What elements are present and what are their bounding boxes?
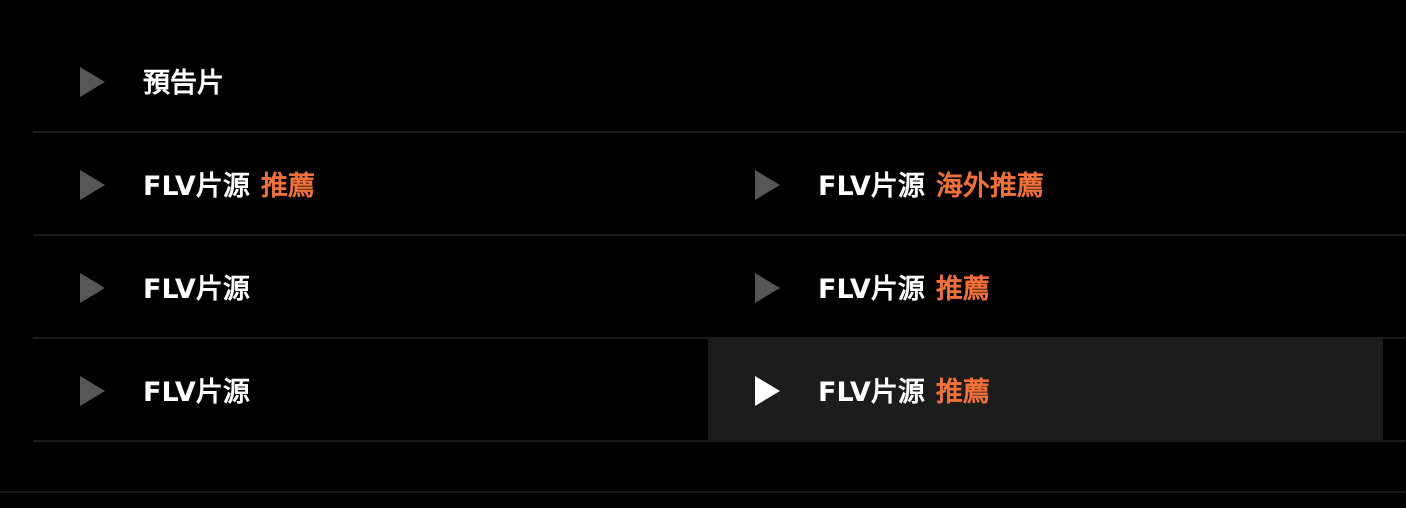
source-title: FLV片源 xyxy=(143,274,250,305)
bottom-divider xyxy=(0,491,1406,493)
play-icon xyxy=(755,376,780,406)
overseas-recommended-tag: 海外推薦 xyxy=(935,171,1044,202)
source-row: FLV片源 FLV片源 推薦 xyxy=(33,339,1406,442)
source-item-active[interactable]: FLV片源 推薦 xyxy=(708,339,1383,440)
source-item-label: FLV片源 xyxy=(143,236,250,337)
recommended-tag: 推薦 xyxy=(935,377,990,408)
recommended-tag: 推薦 xyxy=(260,171,315,202)
source-item[interactable]: FLV片源 推薦 xyxy=(33,133,708,234)
source-row: 預告片 xyxy=(33,30,1406,133)
play-icon xyxy=(80,376,105,406)
source-item[interactable]: FLV片源 xyxy=(33,236,708,337)
play-icon xyxy=(755,273,780,303)
play-icon xyxy=(80,170,105,200)
play-icon xyxy=(80,67,105,97)
play-icon xyxy=(755,170,780,200)
source-title: FLV片源 xyxy=(818,171,925,202)
source-item-trailer[interactable]: 預告片 xyxy=(33,30,708,131)
source-item-label: FLV片源 海外推薦 xyxy=(818,133,1044,234)
source-item-label: FLV片源 推薦 xyxy=(143,133,315,234)
play-icon xyxy=(80,273,105,303)
source-title: FLV片源 xyxy=(143,171,250,202)
source-item[interactable]: FLV片源 xyxy=(33,339,708,440)
source-item[interactable]: FLV片源 推薦 xyxy=(708,236,1383,337)
source-list: 預告片 FLV片源 推薦 FLV片源 海外推薦 FLV片源 FLV片源 推薦 F… xyxy=(33,30,1406,442)
source-row: FLV片源 FLV片源 推薦 xyxy=(33,236,1406,339)
source-item-label: 預告片 xyxy=(143,30,224,131)
source-row: FLV片源 推薦 FLV片源 海外推薦 xyxy=(33,133,1406,236)
source-item-label: FLV片源 推薦 xyxy=(818,339,990,440)
source-item-label: FLV片源 xyxy=(143,339,250,440)
source-title: FLV片源 xyxy=(818,377,925,408)
source-title: 預告片 xyxy=(143,68,224,99)
source-item[interactable]: FLV片源 海外推薦 xyxy=(708,133,1383,234)
source-title: FLV片源 xyxy=(818,274,925,305)
source-item-label: FLV片源 推薦 xyxy=(818,236,990,337)
recommended-tag: 推薦 xyxy=(935,274,990,305)
source-title: FLV片源 xyxy=(143,377,250,408)
